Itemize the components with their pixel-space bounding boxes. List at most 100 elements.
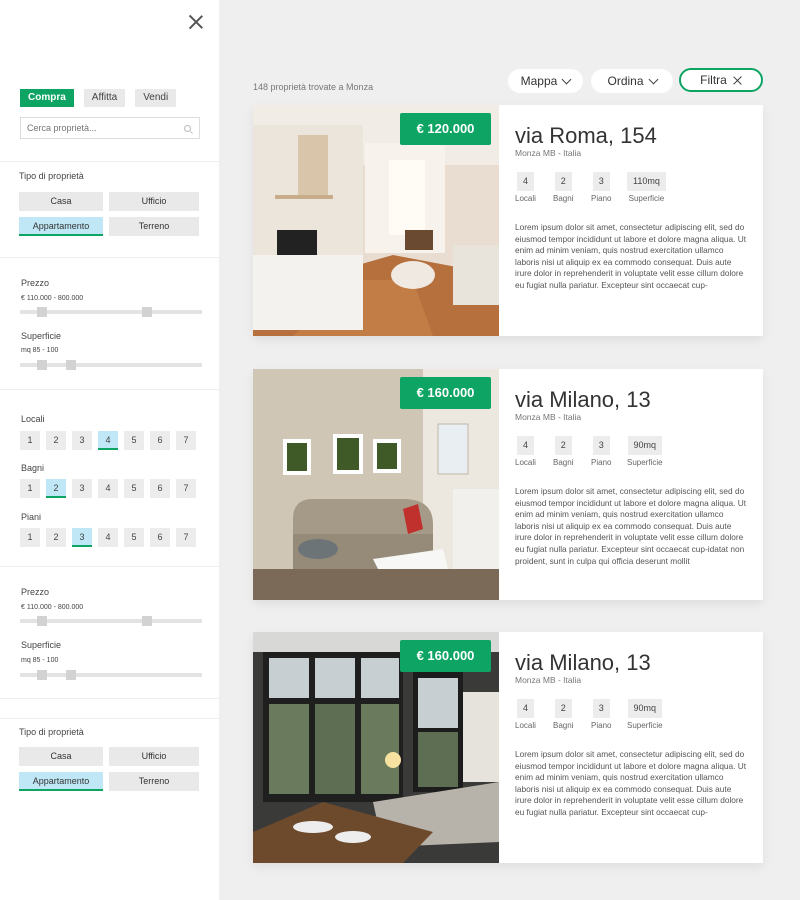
feature-value: 4 (516, 699, 534, 718)
number-option[interactable]: 3 (72, 479, 92, 498)
feature-label: Superficie (627, 458, 663, 467)
number-option[interactable]: 6 (150, 431, 170, 450)
prezzo-label: Prezzo (21, 278, 50, 288)
number-option[interactable]: 4 (98, 431, 118, 450)
listing-description: Lorem ipsum dolor sit amet, consectetur … (515, 222, 747, 290)
slider-min-handle[interactable] (37, 616, 47, 626)
chevron-down-icon (648, 74, 658, 84)
feature-label: Piano (591, 721, 612, 730)
close-icon[interactable] (188, 14, 204, 30)
type-appartamento[interactable]: Appartamento (19, 772, 103, 791)
number-option[interactable]: 5 (124, 528, 144, 547)
number-option[interactable]: 7 (176, 479, 196, 498)
locali-options: 1234567 (20, 431, 196, 450)
number-option[interactable]: 4 (98, 528, 118, 547)
property-photo[interactable]: € 160.000 (253, 632, 499, 863)
superficie-slider[interactable] (20, 360, 202, 370)
feature-label: Bagni (553, 458, 574, 467)
listing-title[interactable]: via Roma, 154 (515, 123, 657, 149)
listing-description: Lorem ipsum dolor sit amet, consectetur … (515, 486, 747, 566)
sort-button[interactable]: Ordina (591, 69, 673, 93)
filter-button-label: Filtra (700, 73, 727, 87)
superficie-label: Superficie (21, 640, 62, 650)
feature-value: 3 (592, 436, 610, 455)
number-option[interactable]: 6 (150, 479, 170, 498)
filter-button[interactable]: Filtra (679, 68, 763, 92)
listing-card[interactable]: € 120.000 via Roma, 154 Monza MB - Itali… (253, 105, 763, 336)
type-casa[interactable]: Casa (19, 192, 103, 211)
results-count: 148 proprietà trovate a Monza (253, 82, 374, 92)
feature-label: Piano (591, 458, 612, 467)
number-option[interactable]: 6 (150, 528, 170, 547)
slider-max-handle[interactable] (66, 670, 76, 680)
feature-value: 4 (516, 172, 534, 191)
feature-superficie: 110mq Superficie (627, 171, 666, 203)
prezzo-slider[interactable] (20, 307, 202, 317)
number-option[interactable]: 2 (46, 431, 66, 450)
tipo-label: Tipo di proprietà (19, 171, 84, 181)
number-option[interactable]: 3 (72, 431, 92, 450)
slider-max-handle[interactable] (142, 616, 152, 626)
listing-card[interactable]: € 160.000 via Milano, 13 Monza MB - Ital… (253, 369, 763, 600)
price-tag[interactable]: € 160.000 (400, 377, 491, 409)
locali-label: Locali (21, 414, 45, 424)
listing-title[interactable]: via Milano, 13 (515, 650, 651, 676)
listing-card[interactable]: € 160.000 via Milano, 13 Monza MB - Ital… (253, 632, 763, 863)
tab-vendi[interactable]: Vendi (135, 89, 177, 107)
slider-min-handle[interactable] (37, 670, 47, 680)
feature-value: 3 (592, 172, 610, 191)
close-icon[interactable] (733, 76, 742, 85)
filter-sidebar: Compra Affitta Vendi Tipo di proprietà C… (0, 0, 219, 900)
feature-label: Superficie (628, 194, 665, 203)
bagni-options: 1234567 (20, 479, 196, 498)
price-tag[interactable]: € 120.000 (400, 113, 491, 145)
number-option[interactable]: 2 (46, 528, 66, 547)
number-option[interactable]: 7 (176, 528, 196, 547)
search-input[interactable] (21, 118, 171, 138)
number-option[interactable]: 3 (72, 528, 92, 547)
type-terreno[interactable]: Terreno (109, 217, 199, 236)
slider-max-handle[interactable] (142, 307, 152, 317)
type-appartamento[interactable]: Appartamento (19, 217, 103, 236)
slider-min-handle[interactable] (37, 360, 47, 370)
tab-compra[interactable]: Compra (20, 89, 74, 107)
tab-affitta[interactable]: Affitta (83, 89, 126, 107)
prezzo-value: € 110.000 - 800.000 (21, 604, 84, 611)
type-ufficio[interactable]: Ufficio (109, 192, 199, 211)
feature-label: Bagni (553, 194, 574, 203)
prezzo-slider[interactable] (20, 616, 202, 626)
number-option[interactable]: 4 (98, 479, 118, 498)
type-casa[interactable]: Casa (19, 747, 103, 766)
listing-location: Monza MB - Italia (515, 412, 582, 422)
piani-label: Piani (21, 512, 42, 522)
slider-min-handle[interactable] (37, 307, 47, 317)
number-option[interactable]: 7 (176, 431, 196, 450)
number-option[interactable]: 5 (124, 479, 144, 498)
divider (0, 257, 219, 258)
divider (0, 718, 219, 719)
search-icon[interactable] (184, 125, 191, 132)
type-ufficio[interactable]: Ufficio (109, 747, 199, 766)
type-terreno[interactable]: Terreno (109, 772, 199, 791)
listing-title[interactable]: via Milano, 13 (515, 387, 651, 413)
listing-location: Monza MB - Italia (515, 148, 582, 158)
divider (0, 698, 219, 699)
divider (0, 389, 219, 390)
search-box (20, 117, 200, 139)
feature-locali: 4 Locali (515, 435, 536, 467)
price-tag[interactable]: € 160.000 (400, 640, 491, 672)
number-option[interactable]: 1 (20, 431, 40, 450)
slider-max-handle[interactable] (66, 360, 76, 370)
number-option[interactable]: 5 (124, 431, 144, 450)
map-button[interactable]: Mappa (508, 69, 583, 93)
number-option[interactable]: 1 (20, 528, 40, 547)
feature-value: 4 (516, 436, 534, 455)
divider (0, 161, 219, 162)
superficie-slider[interactable] (20, 670, 202, 680)
map-button-label: Mappa (520, 74, 558, 88)
property-photo[interactable]: € 160.000 (253, 369, 499, 600)
number-option[interactable]: 1 (20, 479, 40, 498)
feature-piano: 3 Piano (591, 171, 611, 203)
number-option[interactable]: 2 (46, 479, 66, 498)
property-photo[interactable]: € 120.000 (253, 105, 499, 336)
